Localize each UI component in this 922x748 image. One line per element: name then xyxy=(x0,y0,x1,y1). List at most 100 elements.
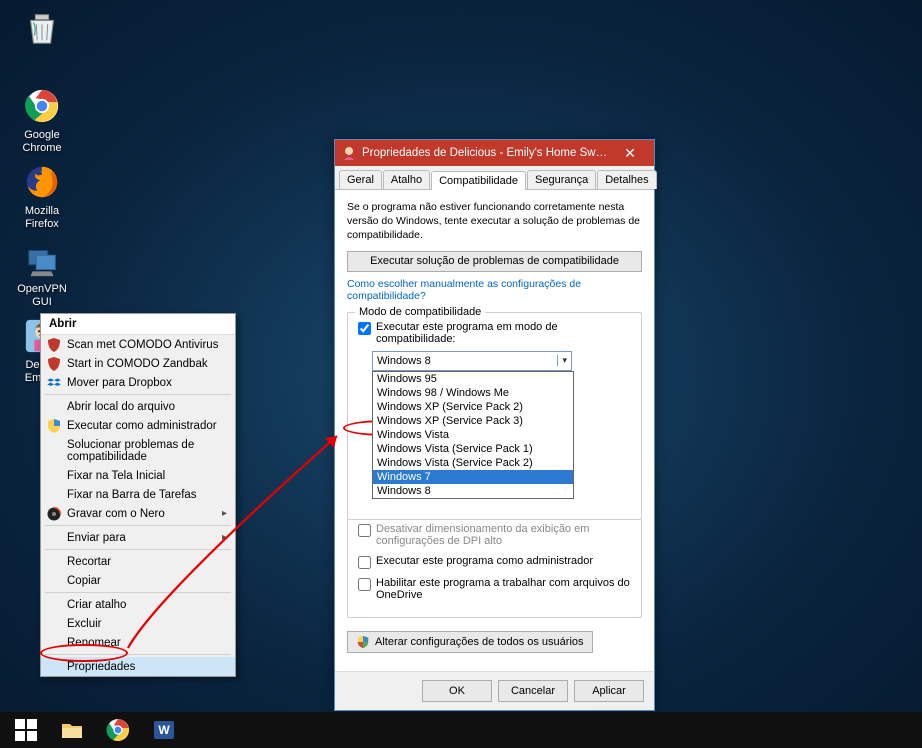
compat-mode-dropdown-list[interactable]: Windows 95Windows 98 / Windows MeWindows… xyxy=(372,371,574,499)
taskbar-explorer[interactable] xyxy=(50,713,94,747)
dialog-tabs: GeralAtalhoCompatibilidadeSegurançaDetal… xyxy=(335,166,654,190)
compat-mode-checkbox[interactable]: Executar este programa em modo de compat… xyxy=(358,321,631,345)
context-menu-item[interactable]: Propriedades xyxy=(41,657,235,676)
chrome-icon xyxy=(105,717,131,743)
start-button[interactable] xyxy=(4,713,48,747)
context-menu-item[interactable]: Criar atalho xyxy=(41,595,235,614)
context-menu-item[interactable]: Renomear xyxy=(41,633,235,652)
context-menu-item-label: Start in COMODO Zandbak xyxy=(67,358,208,370)
desktop-icon-openvpn-gui[interactable]: OpenVPN GUI xyxy=(12,240,72,309)
onedrive-checkbox[interactable]: Habilitar este programa a trabalhar com … xyxy=(358,577,631,601)
desktop-icon-label: Google Chrome xyxy=(12,129,72,155)
desktop-icon-label: OpenVPN GUI xyxy=(12,283,72,309)
context-menu-item-label: Copiar xyxy=(67,575,101,587)
context-menu-separator xyxy=(45,525,231,526)
context-menu-item[interactable]: Gravar com o Nero▸ xyxy=(41,504,235,523)
recycle-bin-icon xyxy=(22,8,62,48)
context-menu-item-label: Excluir xyxy=(67,618,102,630)
admin-checkbox[interactable]: Executar este programa como administrado… xyxy=(358,555,631,569)
onedrive-check-label: Habilitar este programa a trabalhar com … xyxy=(376,577,631,601)
context-menu-item[interactable]: Start in COMODO Zandbak xyxy=(41,354,235,373)
close-button[interactable]: ✕ xyxy=(610,142,650,164)
context-menu-item[interactable]: Solucionar problemas de compatibilidade xyxy=(41,435,235,466)
ok-button[interactable]: OK xyxy=(422,680,492,702)
context-menu-item-label: Solucionar problemas de compatibilidade xyxy=(67,439,227,463)
admin-check-input[interactable] xyxy=(358,556,371,569)
context-menu-item[interactable]: Fixar na Barra de Tarefas xyxy=(41,485,235,504)
openvpn-icon xyxy=(22,240,62,280)
taskbar-chrome[interactable] xyxy=(96,713,140,747)
tab-atalho[interactable]: Atalho xyxy=(383,170,430,189)
onedrive-check-input[interactable] xyxy=(358,578,371,591)
combo-option[interactable]: Windows Vista xyxy=(373,428,573,442)
context-menu-item[interactable]: Enviar para ▸ xyxy=(41,528,235,547)
admin-check-label: Executar este programa como administrado… xyxy=(376,555,593,567)
chrome-icon xyxy=(22,86,62,126)
context-menu-item[interactable]: Copiar xyxy=(41,571,235,590)
combo-option[interactable]: Windows XP (Service Pack 3) xyxy=(373,414,573,428)
compat-mode-group-title: Modo de compatibilidade xyxy=(355,306,485,318)
properties-dialog: Propriedades de Delicious - Emily's Home… xyxy=(334,139,655,711)
taskbar[interactable]: W xyxy=(0,712,922,748)
compat-mode-combobox[interactable]: Windows 8 ▾ Windows 95Windows 98 / Windo… xyxy=(372,351,572,371)
apply-button[interactable]: Aplicar xyxy=(574,680,644,702)
tab-compatibilidade[interactable]: Compatibilidade xyxy=(431,171,526,190)
file-explorer-icon xyxy=(59,717,85,743)
tab-geral[interactable]: Geral xyxy=(339,170,382,189)
dpi-check-input[interactable] xyxy=(358,524,371,537)
dialog-body: Se o programa não estiver funcionando co… xyxy=(335,190,654,671)
context-menu-item-label: Recortar xyxy=(67,556,111,568)
tab-detalhes[interactable]: Detalhes xyxy=(597,170,656,189)
all-users-label: Alterar configurações de todos os usuári… xyxy=(375,636,584,648)
submenu-arrow-icon: ▸ xyxy=(222,532,227,543)
compat-description: Se o programa não estiver funcionando co… xyxy=(347,200,642,243)
tab-segurança[interactable]: Segurança xyxy=(527,170,596,189)
combo-option[interactable]: Windows XP (Service Pack 2) xyxy=(373,400,573,414)
dialog-title: Propriedades de Delicious - Emily's Home… xyxy=(362,147,610,159)
compat-mode-check-input[interactable] xyxy=(358,322,371,335)
dropbox-icon xyxy=(46,375,62,391)
desktop-icon-mozilla-firefox[interactable]: Mozilla Firefox xyxy=(12,162,72,231)
context-menu-item[interactable]: Excluir xyxy=(41,614,235,633)
context-menu-item[interactable]: Scan met COMODO Antivirus xyxy=(41,335,235,354)
context-menu-item-label: Fixar na Tela Inicial xyxy=(67,470,165,482)
all-users-button[interactable]: Alterar configurações de todos os usuári… xyxy=(347,631,593,653)
combo-option[interactable]: Windows 95 xyxy=(373,372,573,386)
context-menu-item-label: Renomear xyxy=(67,637,121,649)
dpi-checkbox[interactable]: Desativar dimensionamento da exibição em… xyxy=(358,523,631,547)
combo-option[interactable]: Windows 98 / Windows Me xyxy=(373,386,573,400)
settings-group: Desativar dimensionamento da exibição em… xyxy=(347,519,642,618)
context-menu-item[interactable]: Mover para Dropbox xyxy=(41,373,235,392)
context-menu-header[interactable]: Abrir xyxy=(41,314,235,335)
desktop-icon-google-chrome[interactable]: Google Chrome xyxy=(12,86,72,155)
chevron-down-icon: ▾ xyxy=(557,355,567,366)
context-menu-item[interactable]: Executar como administrador xyxy=(41,416,235,435)
context-menu-item[interactable]: Fixar na Tela Inicial xyxy=(41,466,235,485)
combo-option[interactable]: Windows 7 xyxy=(373,470,573,484)
taskbar-word[interactable]: W xyxy=(142,713,186,747)
dpi-check-label: Desativar dimensionamento da exibição em… xyxy=(376,523,631,547)
combo-option[interactable]: Windows Vista (Service Pack 2) xyxy=(373,456,573,470)
svg-text:W: W xyxy=(158,723,170,737)
context-menu-separator xyxy=(45,549,231,550)
context-menu-item-label: Executar como administrador xyxy=(67,420,217,432)
context-menu-item-label: Fixar na Barra de Tarefas xyxy=(67,489,197,501)
troubleshoot-button[interactable]: Executar solução de problemas de compati… xyxy=(347,251,642,272)
compat-mode-check-label: Executar este programa em modo de compat… xyxy=(376,321,631,345)
cancel-button[interactable]: Cancelar xyxy=(498,680,568,702)
combo-option[interactable]: Windows Vista (Service Pack 1) xyxy=(373,442,573,456)
context-menu[interactable]: Abrir Scan met COMODO Antivirus Start in … xyxy=(40,313,236,677)
shield-red-icon xyxy=(46,337,62,353)
context-menu-item[interactable]: Recortar xyxy=(41,552,235,571)
context-menu-item-label: Scan met COMODO Antivirus xyxy=(67,339,218,351)
combo-option[interactable]: Windows 8 xyxy=(373,484,573,498)
shield-uac-icon xyxy=(46,418,62,434)
shield-red-icon xyxy=(46,356,62,372)
dialog-titlebar[interactable]: Propriedades de Delicious - Emily's Home… xyxy=(335,140,654,166)
manual-config-link[interactable]: Como escolher manualmente as configuraçõ… xyxy=(347,278,642,302)
desktop-icon-recycle-bin[interactable] xyxy=(12,8,72,51)
context-menu-item-label: Enviar para xyxy=(67,532,126,544)
context-menu-item[interactable]: Abrir local do arquivo xyxy=(41,397,235,416)
context-menu-item-label: Gravar com o Nero xyxy=(67,508,165,520)
dialog-title-icon xyxy=(341,145,357,161)
